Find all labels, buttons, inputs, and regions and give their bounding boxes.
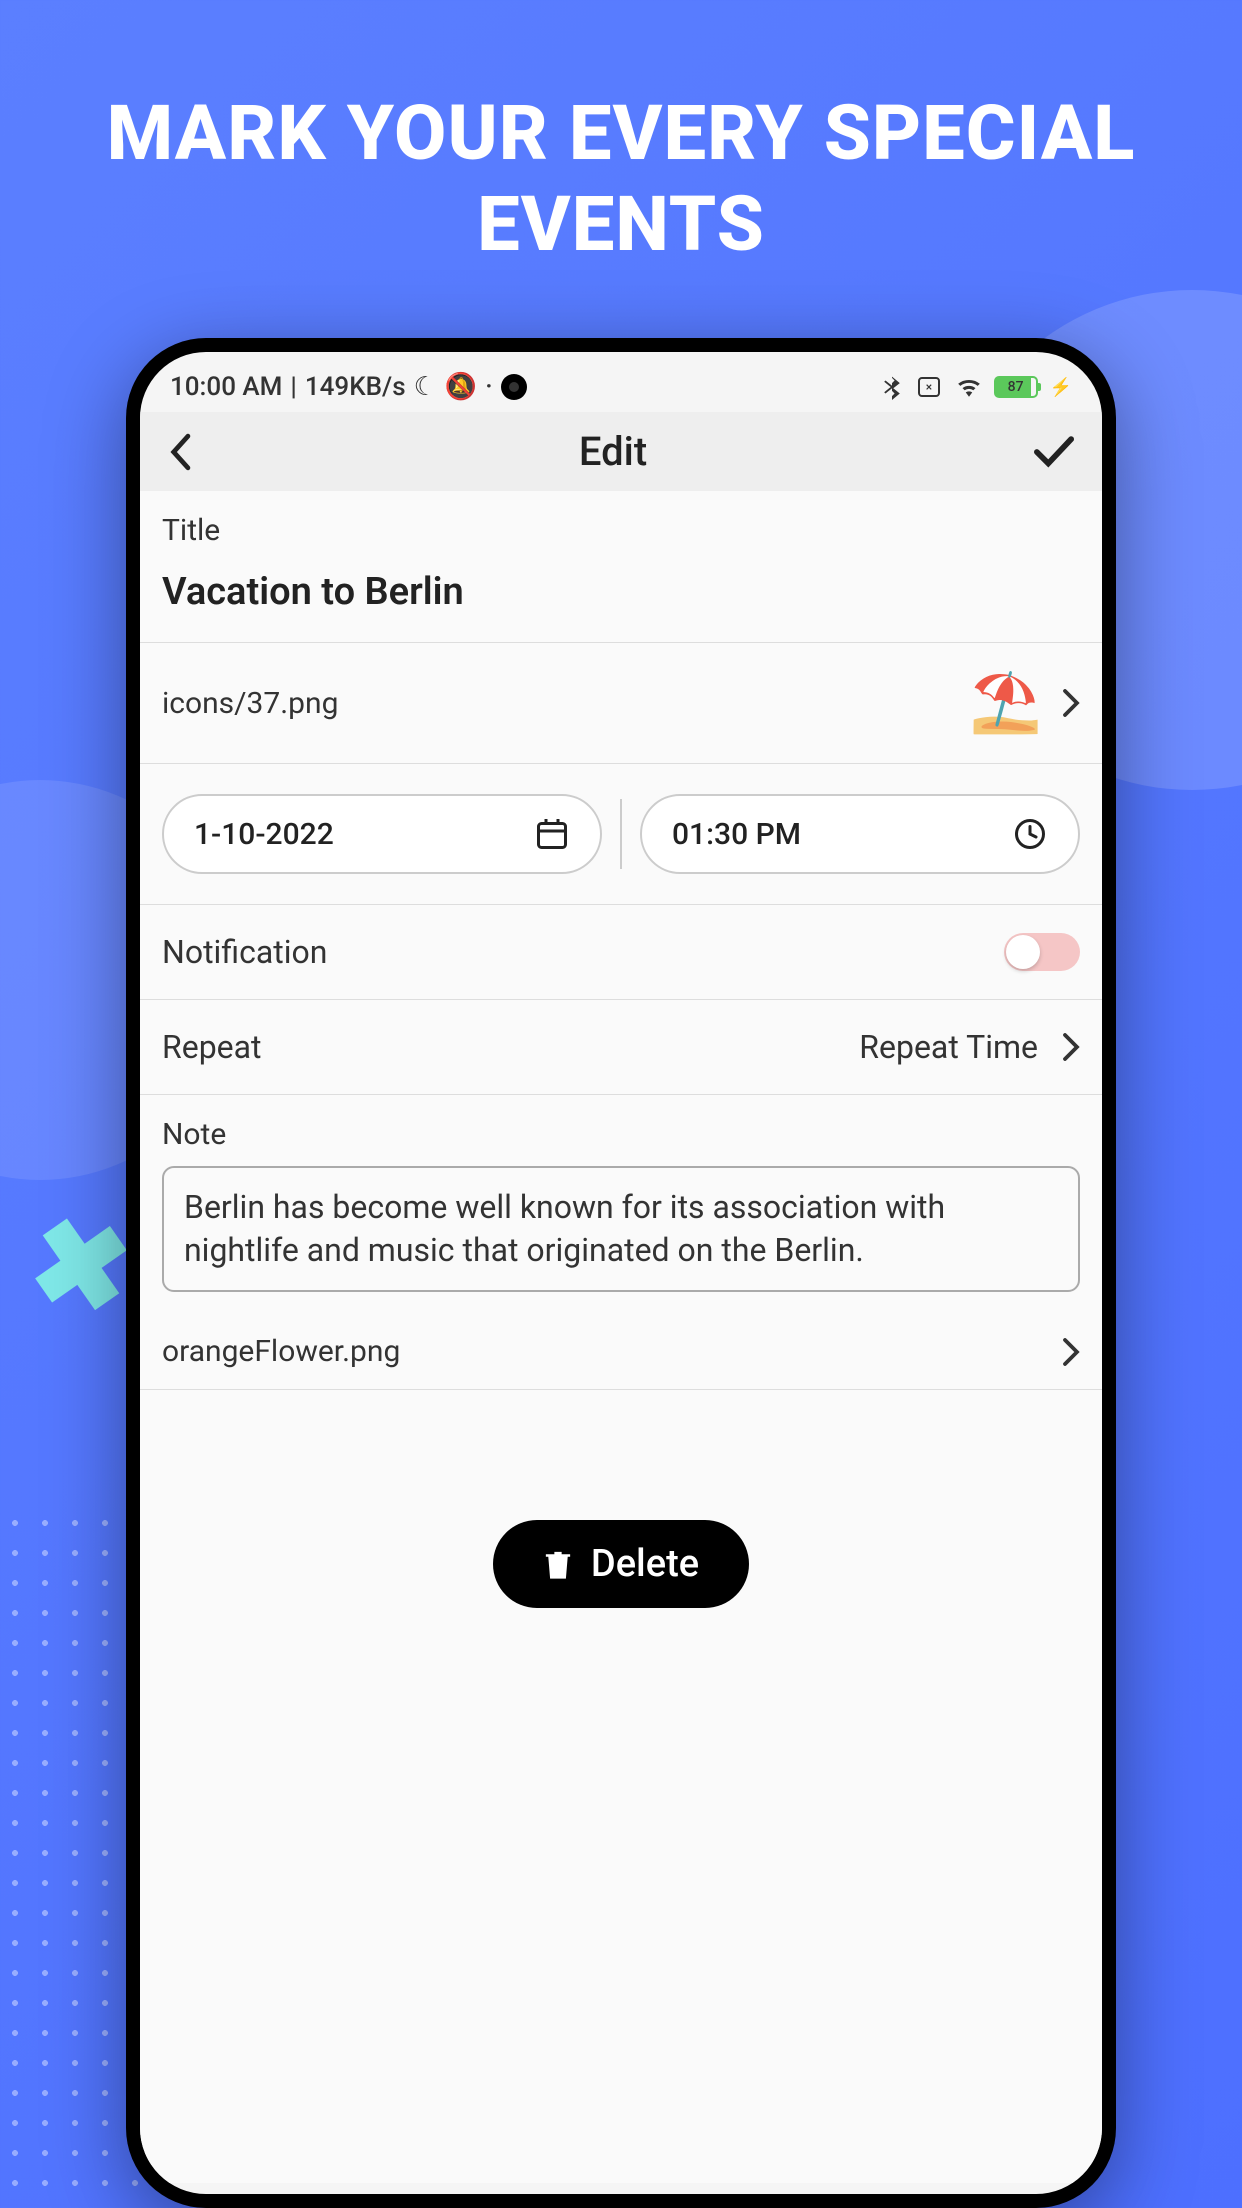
back-button[interactable]	[168, 433, 192, 471]
phone-frame: 10:00 AM | 149KB/s ☾ 🔕 · × 87 ⚡	[126, 338, 1116, 2208]
note-section: Note Berlin has become well known for it…	[140, 1095, 1102, 1314]
chevron-right-icon	[1062, 1337, 1080, 1367]
beach-umbrella-icon: ⛱️	[970, 669, 1042, 737]
bluetooth-icon	[882, 374, 902, 400]
confirm-button[interactable]	[1034, 436, 1074, 468]
attachment-label: orangeFlower.png	[162, 1334, 400, 1369]
status-speed: 149KB/s	[305, 372, 406, 402]
time-value: 01:30 PM	[672, 817, 801, 852]
repeat-value: Repeat Time	[859, 1028, 1038, 1066]
page-title: Edit	[579, 428, 647, 475]
title-label: Title	[162, 513, 1080, 548]
trash-icon	[543, 1547, 573, 1581]
battery-icon: 87	[994, 376, 1038, 398]
vertical-divider	[620, 799, 622, 869]
camera-notch-icon	[501, 374, 527, 400]
notification-row: Notification	[140, 905, 1102, 1000]
vibrate-icon: ×	[914, 376, 944, 398]
icon-picker-row[interactable]: icons/37.png ⛱️	[140, 643, 1102, 764]
attachment-row[interactable]: orangeFlower.png	[140, 1314, 1102, 1390]
title-input[interactable]: Vacation to Berlin	[162, 556, 1080, 620]
charging-icon: ⚡	[1050, 377, 1072, 398]
icon-path-label: icons/37.png	[162, 686, 338, 721]
chevron-right-icon	[1062, 1032, 1080, 1062]
repeat-row[interactable]: Repeat Repeat Time	[140, 1000, 1102, 1095]
note-label: Note	[162, 1117, 1080, 1152]
calendar-icon	[534, 816, 570, 852]
datetime-row: 1-10-2022 01:30 PM	[140, 764, 1102, 905]
notification-toggle[interactable]	[1004, 933, 1080, 971]
wifi-icon	[956, 377, 982, 397]
repeat-label: Repeat	[162, 1028, 262, 1066]
moon-icon: ☾	[414, 372, 437, 402]
phone-screen: 10:00 AM | 149KB/s ☾ 🔕 · × 87 ⚡	[140, 352, 1102, 2194]
status-right: × 87 ⚡	[882, 374, 1072, 400]
form-content: Title Vacation to Berlin icons/37.png ⛱️…	[140, 491, 1102, 2183]
svg-text:×: ×	[925, 380, 931, 394]
clock-icon	[1012, 816, 1048, 852]
chevron-right-icon	[1062, 688, 1080, 718]
status-bar: 10:00 AM | 149KB/s ☾ 🔕 · × 87 ⚡	[140, 352, 1102, 412]
nav-bar: Edit	[140, 412, 1102, 491]
bg-decoration-x-icon: ✖	[19, 1190, 142, 1345]
delete-label: Delete	[591, 1542, 699, 1586]
date-value: 1-10-2022	[194, 817, 334, 852]
delete-button[interactable]: Delete	[493, 1520, 749, 1608]
title-section: Title Vacation to Berlin	[140, 491, 1102, 643]
note-input[interactable]: Berlin has become well known for its ass…	[162, 1166, 1080, 1292]
time-picker[interactable]: 01:30 PM	[640, 794, 1080, 874]
mute-icon: 🔕	[445, 372, 477, 402]
notification-label: Notification	[162, 933, 327, 971]
status-time: 10:00 AM	[170, 372, 282, 402]
status-left: 10:00 AM | 149KB/s ☾ 🔕 ·	[170, 372, 527, 402]
marketing-headline: MARK YOUR EVERY SPECIAL EVENTS	[0, 88, 1242, 270]
date-picker[interactable]: 1-10-2022	[162, 794, 602, 874]
